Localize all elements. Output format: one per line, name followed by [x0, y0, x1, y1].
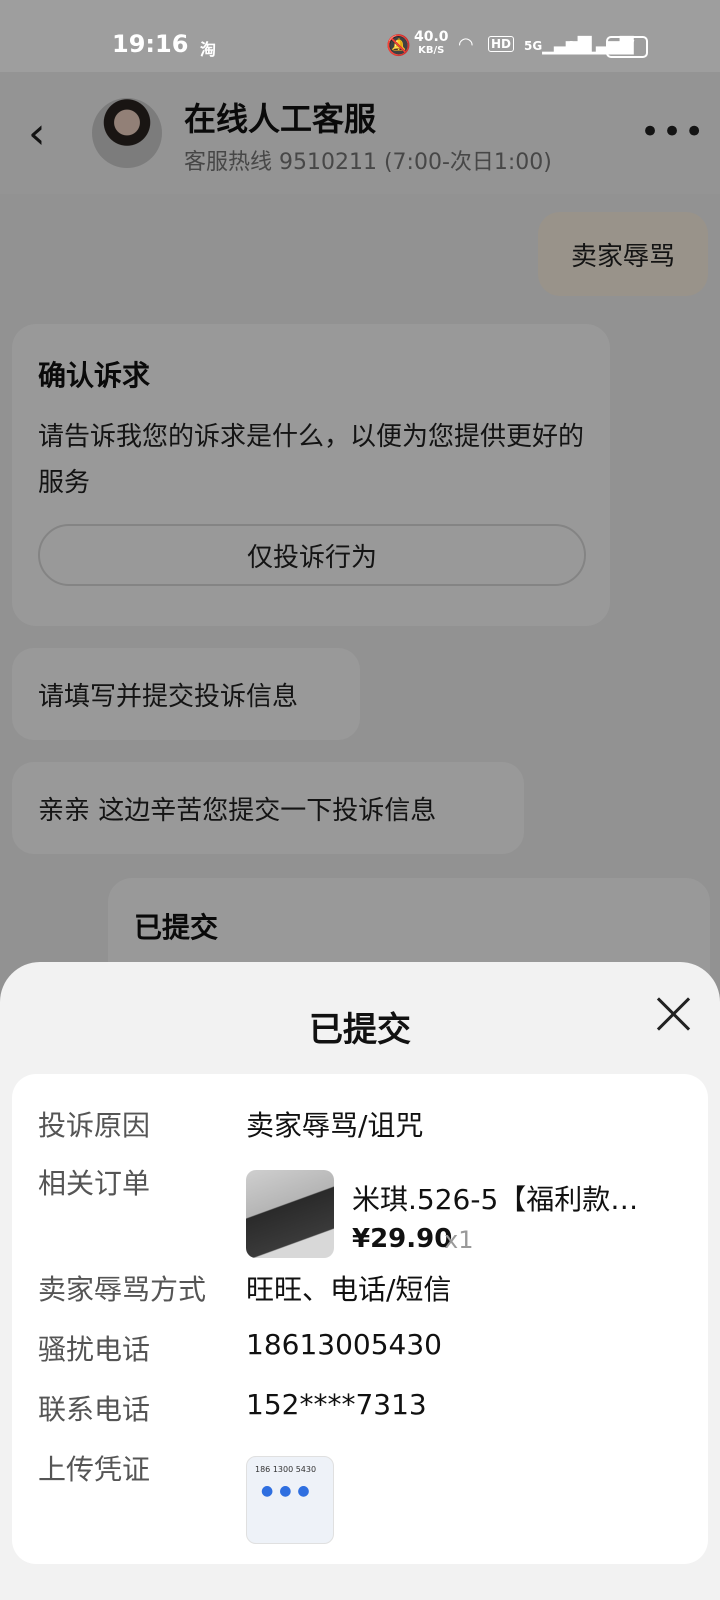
network-speed-unit: KB/S [418, 45, 445, 56]
proof-label: 上传凭证 [38, 1453, 151, 1486]
proof-thumbnail-text: 186 1300 5430 [255, 1465, 317, 1474]
product-thumbnail[interactable] [246, 1170, 334, 1258]
complaint-info-card: 投诉原因 卖家辱骂/诅咒 相关订单 米琪.526-5【福利款… ¥29.90 x… [12, 1074, 708, 1564]
submitted-sheet: 已提交 投诉原因 卖家辱骂/诅咒 相关订单 米琪.526-5【福利款… ¥29.… [0, 962, 720, 1600]
status-time: 19:16 [112, 30, 189, 58]
reason-value: 卖家辱骂/诅咒 [246, 1109, 424, 1142]
call-icons: ●●● [261, 1483, 316, 1499]
battery-icon: 97 [606, 36, 648, 58]
product-name[interactable]: 米琪.526-5【福利款… [352, 1178, 652, 1218]
method-value: 旺旺、电话/短信 [246, 1273, 452, 1306]
wifi-icon: ◠ [458, 34, 474, 55]
network-speed: 40.0 KB/S [414, 30, 449, 58]
contact-phone-value: 152****7313 [246, 1388, 427, 1421]
contact-phone-label: 联系电话 [38, 1393, 151, 1426]
signal-4g-label: 4G [566, 39, 585, 53]
proof-thumbnail[interactable]: 186 1300 5430 ●●● [246, 1456, 334, 1544]
harass-phone-value: 18613005430 [246, 1328, 442, 1361]
harass-phone-label: 骚扰电话 [38, 1333, 151, 1366]
sheet-title: 已提交 [309, 1010, 411, 1050]
status-bar: 19:16 淘 🔕 40.0 KB/S ◠ HD 5G▁▃▅▇ 4G▁▃▅▇ 9… [0, 0, 720, 72]
close-icon[interactable] [652, 992, 696, 1036]
mute-icon: 🔕 [386, 33, 411, 57]
reason-label: 投诉原因 [38, 1109, 151, 1142]
product-quantity: x1 [444, 1226, 474, 1254]
signal-5g-label: 5G [524, 39, 543, 53]
taobao-notification-icon: 淘 [200, 40, 217, 59]
product-price: ¥29.90 [352, 1224, 453, 1254]
order-label: 相关订单 [38, 1167, 151, 1200]
hd-voice-icon: HD [488, 36, 515, 52]
method-label: 卖家辱骂方式 [38, 1273, 207, 1306]
network-speed-value: 40.0 [414, 29, 449, 45]
